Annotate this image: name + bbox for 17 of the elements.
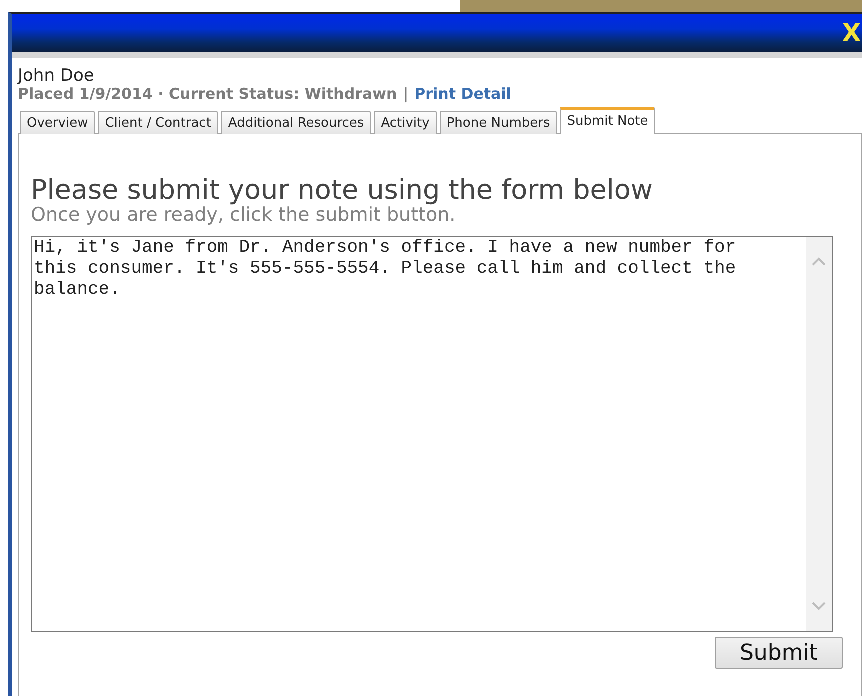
- scroll-up-icon[interactable]: [812, 257, 826, 266]
- status-line: Placed 1/9/2014 · Current Status: Withdrawn: [18, 85, 398, 103]
- tab[interactable]: Client / Contract: [98, 111, 218, 134]
- close-button[interactable]: X: [842, 21, 861, 45]
- tab[interactable]: Phone Numbers: [440, 111, 558, 134]
- separator: |: [403, 85, 409, 103]
- form-subheading: Once you are ready, click the submit button.: [31, 206, 456, 224]
- tab[interactable]: Submit Note: [560, 107, 656, 134]
- tab[interactable]: Activity: [374, 111, 437, 134]
- tab[interactable]: Overview: [20, 111, 96, 134]
- record-name: John Doe: [18, 67, 94, 85]
- submit-button[interactable]: Submit: [714, 637, 843, 669]
- note-field[interactable]: Hi, it's Jane from Dr. Anderson's office. I have a new number for this consumer. It's 555-555-5554. Please call him and collect the balance.: [31, 236, 833, 632]
- form-heading: Please submit your note using the form below: [31, 176, 653, 206]
- tab[interactable]: Additional Resources: [221, 111, 372, 134]
- scroll-down-icon[interactable]: [812, 602, 826, 611]
- print-detail-link[interactable]: Print Detail: [414, 85, 512, 103]
